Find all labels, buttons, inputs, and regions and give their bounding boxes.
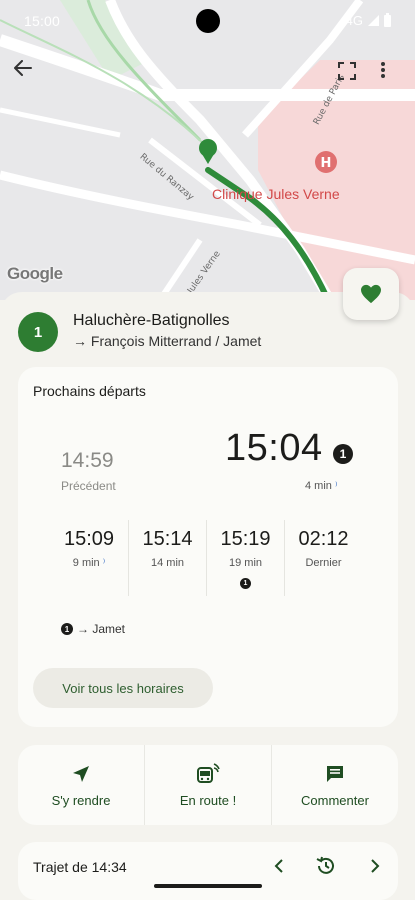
map-view[interactable]: H Rue du Ranzay Rue de Paris Jules Verne… — [0, 0, 415, 300]
previous-departure-label: Précédent — [61, 479, 116, 493]
trip-history-button[interactable] — [314, 854, 338, 878]
comment-button[interactable]: Commenter — [271, 745, 398, 825]
departure-time: 02:12 — [298, 528, 349, 550]
departures-title: Prochains départs — [33, 383, 146, 399]
realtime-icon: ⁾ — [102, 558, 106, 569]
comment-icon — [325, 763, 345, 785]
next-departure-badge: 1 — [333, 444, 353, 464]
google-attribution: Google — [7, 264, 63, 283]
more-options-button[interactable] — [380, 61, 404, 89]
line-number-badge: 1 — [18, 312, 58, 352]
departure-slot[interactable]: 15:19 19 min 1 — [206, 520, 284, 596]
en-route-button[interactable]: En route ! — [144, 745, 271, 825]
fullscreen-icon — [338, 62, 356, 80]
navigation-arrow-icon — [72, 763, 90, 785]
action-label: En route ! — [179, 792, 237, 808]
departure-minutes: 14 min — [150, 557, 185, 569]
status-bar: 15:00 4G — [0, 0, 415, 40]
departure-slot[interactable]: 02:12 Dernier — [284, 520, 362, 596]
hospital-marker-letter: H — [321, 156, 332, 171]
next-trip-button[interactable] — [365, 856, 385, 876]
action-label: Commenter — [301, 792, 369, 808]
network-label: 4G — [345, 13, 363, 28]
back-button[interactable] — [14, 60, 44, 90]
arrow-left-icon — [14, 60, 32, 76]
departures-card: Prochains départs 14:59 Précédent 15:04 … — [18, 367, 398, 727]
departure-slot[interactable]: 15:14 14 min — [128, 520, 206, 596]
history-icon — [316, 856, 334, 874]
navigate-button[interactable]: S'y rendre — [18, 745, 144, 825]
departure-time: 15:14 — [142, 528, 193, 550]
actions-card: S'y rendre En route ! Commenter — [18, 745, 398, 825]
next-departure-time: 15:04 — [225, 427, 323, 469]
chevron-right-icon — [371, 859, 380, 873]
departure-last-label: Dernier — [305, 557, 342, 569]
destination-text: → Jamet — [77, 622, 126, 636]
realtime-icon: ⁾ — [334, 481, 338, 492]
camera-cutout — [196, 9, 220, 33]
status-time: 15:00 — [24, 13, 61, 29]
previous-departure-time: 14:59 — [61, 449, 114, 472]
map-canvas: H — [0, 0, 415, 300]
more-vert-icon — [381, 62, 385, 78]
destination-badge-icon: 1 — [240, 578, 251, 589]
trip-card: Trajet de 14:34 — [18, 842, 398, 900]
next-departure-minutes: 4 min ⁾ — [305, 480, 337, 492]
status-indicators: 4G — [345, 12, 391, 28]
battery-icon — [384, 12, 391, 27]
departure-sub: 9 min ⁾ — [50, 557, 128, 569]
departure-slot[interactable]: 15:09 9 min ⁾ — [50, 520, 128, 596]
destination-badge: 1 — [61, 623, 73, 635]
bus-realtime-icon — [196, 762, 220, 785]
departure-minutes: 19 min — [228, 557, 263, 569]
heart-icon — [361, 284, 381, 304]
trip-label: Trajet de 14:34 — [33, 859, 127, 875]
favorite-button[interactable] — [343, 268, 399, 320]
line-header: 1 Haluchère-Batignolles → François Mitte… — [18, 312, 398, 356]
see-all-schedules-button[interactable]: Voir tous les horaires — [33, 668, 213, 708]
clinic-label: Clinique Jules Verne — [212, 186, 340, 202]
fullscreen-button[interactable] — [337, 61, 365, 89]
departure-minutes: 9 min — [72, 557, 100, 569]
departure-time: 15:09 — [63, 528, 115, 550]
line-direction: → François Mitterrand / Jamet — [73, 333, 262, 349]
departure-time: 15:19 — [220, 528, 271, 550]
previous-trip-button[interactable] — [269, 856, 289, 876]
chevron-left-icon — [274, 859, 283, 873]
signal-icon — [368, 15, 379, 26]
next-minutes-text: 4 min — [305, 480, 332, 492]
destination-legend: 1 → Jamet — [61, 622, 125, 636]
action-label: S'y rendre — [51, 792, 111, 808]
home-indicator[interactable] — [154, 884, 262, 888]
line-name: Haluchère-Batignolles — [73, 312, 230, 329]
